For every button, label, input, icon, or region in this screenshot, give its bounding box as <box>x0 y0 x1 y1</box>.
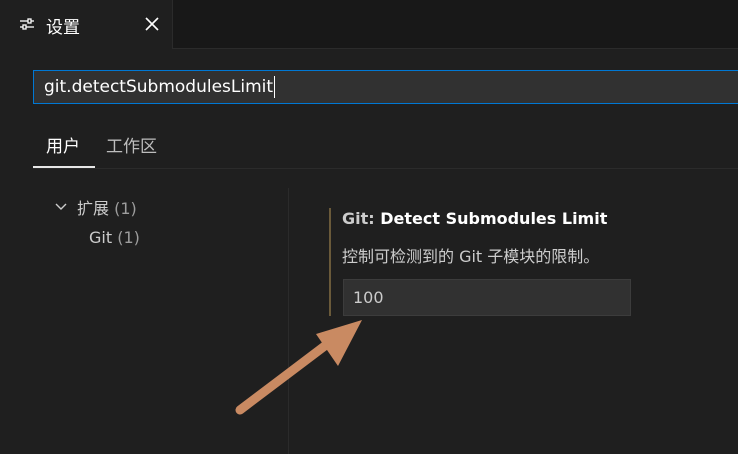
tab-title: 设置 <box>46 18 80 38</box>
setting-title: Git: Detect Submodules Limit <box>342 209 607 228</box>
close-icon[interactable] <box>143 15 161 33</box>
setting-item: Git: Detect Submodules Limit 控制可检测到的 Git… <box>329 208 738 318</box>
toc-item-count: (1) <box>117 228 140 247</box>
settings-editor: 设置 git.detectSubmodulesLimit 用户 工作区 扩展 (… <box>0 0 738 454</box>
toc-divider <box>288 188 289 454</box>
toc-item-git[interactable]: Git (1) <box>89 228 140 247</box>
toc-item-extensions[interactable]: 扩展 (1) <box>77 195 137 219</box>
editor-tab-bar: 设置 <box>0 0 738 49</box>
active-tab-indicator <box>33 166 95 168</box>
tab-workspace[interactable]: 工作区 <box>106 132 157 167</box>
setting-value: 100 <box>353 288 384 307</box>
setting-name: Detect Submodules Limit <box>380 209 608 228</box>
chevron-down-icon[interactable] <box>53 198 69 214</box>
setting-category: Git: <box>342 209 381 228</box>
setting-value-input[interactable]: 100 <box>343 279 631 316</box>
toc-item-label: 扩展 <box>77 199 110 218</box>
setting-description: 控制可检测到的 Git 子模块的限制。 <box>342 247 600 266</box>
text-caret <box>274 76 276 98</box>
settings-scope-tabs: 用户 工作区 <box>33 124 738 169</box>
settings-tab[interactable]: 设置 <box>0 0 173 49</box>
modified-indicator <box>329 208 331 316</box>
settings-sliders-icon <box>20 18 34 30</box>
settings-toc <box>0 188 288 454</box>
toc-item-label: Git <box>89 228 113 247</box>
tab-user[interactable]: 用户 <box>46 132 80 167</box>
search-value: git.detectSubmodulesLimit <box>44 76 276 98</box>
settings-search-input[interactable]: git.detectSubmodulesLimit <box>33 70 738 104</box>
toc-item-count: (1) <box>114 199 137 218</box>
